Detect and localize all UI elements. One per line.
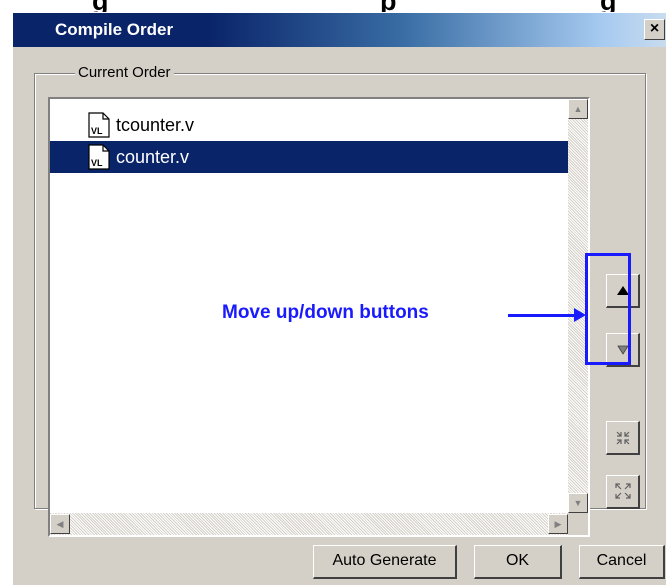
- svg-text:VL: VL: [91, 158, 103, 168]
- horizontal-scrollbar[interactable]: ◀ ▶: [50, 513, 568, 535]
- compile-order-dialog: Compile Order × Current Order VL tcounte…: [12, 12, 666, 585]
- annotation-highlight-box: [585, 253, 631, 365]
- verilog-file-icon: VL: [88, 144, 110, 170]
- file-name: counter.v: [116, 146, 190, 167]
- cropped-heading-fragment: g: [600, 0, 617, 12]
- auto-generate-button[interactable]: Auto Generate: [313, 545, 457, 579]
- annotation-arrow-line: [508, 314, 578, 317]
- title-bar[interactable]: Compile Order ×: [13, 13, 666, 47]
- expand-icon: [614, 483, 631, 499]
- cropped-heading-fragment: p: [380, 0, 397, 12]
- scroll-right-arrow-icon: ▶: [554, 519, 562, 529]
- cropped-heading: g p g: [0, 0, 666, 12]
- annotation-arrow-head-icon: [574, 308, 586, 322]
- file-name: tcounter.v: [116, 114, 195, 135]
- group-label: Current Order: [75, 64, 174, 81]
- list-item-selected[interactable]: VL counter.v: [50, 141, 568, 173]
- scroll-up-button[interactable]: ▲: [568, 99, 588, 119]
- scroll-down-arrow-icon: ▼: [573, 498, 583, 508]
- scroll-down-button[interactable]: ▼: [568, 493, 588, 513]
- collapse-button[interactable]: [606, 421, 640, 455]
- cancel-button[interactable]: Cancel: [579, 545, 665, 579]
- scrollbar-corner: [568, 513, 588, 535]
- cropped-heading-fragment: g: [92, 0, 109, 12]
- close-icon: ×: [649, 20, 660, 37]
- close-button[interactable]: ×: [644, 19, 665, 40]
- annotation-label: Move up/down buttons: [222, 302, 429, 323]
- scroll-left-arrow-icon: ◀: [56, 519, 64, 529]
- list-item[interactable]: VL tcounter.v: [50, 109, 568, 141]
- svg-text:VL: VL: [91, 126, 103, 136]
- ok-button[interactable]: OK: [474, 545, 562, 579]
- expand-button[interactable]: [606, 475, 640, 509]
- scroll-right-button[interactable]: ▶: [548, 514, 568, 534]
- dialog-title: Compile Order: [55, 20, 174, 39]
- collapse-icon: [616, 431, 629, 445]
- verilog-file-icon: VL: [88, 112, 110, 138]
- scroll-up-arrow-icon: ▲: [573, 104, 583, 114]
- scroll-left-button[interactable]: ◀: [50, 514, 70, 534]
